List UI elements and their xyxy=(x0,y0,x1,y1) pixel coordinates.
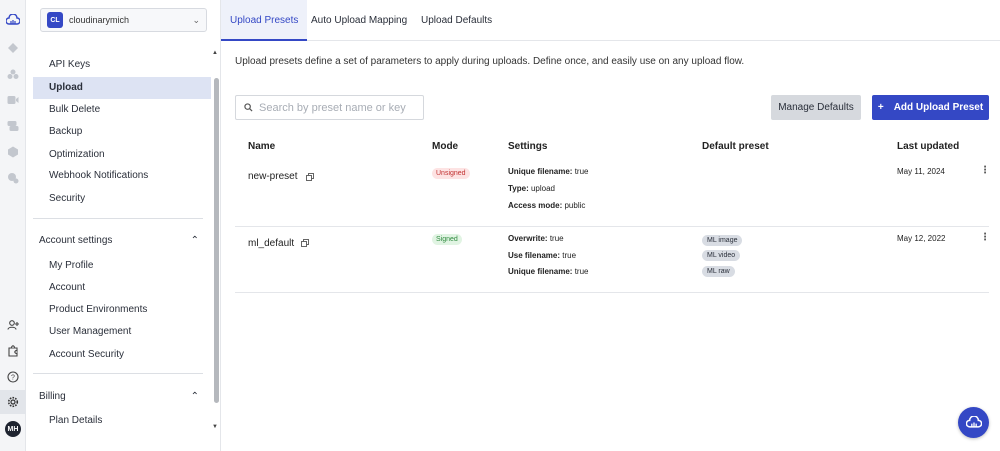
sidebar-item-product-environments[interactable]: Product Environments xyxy=(33,299,211,321)
main-content: Upload Presets Auto Upload Mapping Uploa… xyxy=(221,0,1000,451)
settings-gear-icon[interactable] xyxy=(6,395,20,409)
setting-key: Access mode: xyxy=(508,201,563,210)
user-avatar[interactable]: MH xyxy=(5,421,21,437)
integrations-icon[interactable] xyxy=(6,171,20,185)
cloudinary-logo-icon[interactable] xyxy=(6,13,20,27)
sidebar-item-optimization[interactable]: Optimization xyxy=(33,144,211,166)
manage-defaults-button[interactable]: Manage Defaults xyxy=(771,95,861,120)
setting-value: upload xyxy=(530,184,556,193)
add-user-icon[interactable] xyxy=(6,318,20,332)
account-settings-header[interactable]: Account settings ⌃ xyxy=(39,235,199,246)
copy-icon[interactable] xyxy=(306,173,314,181)
svg-text:?: ? xyxy=(11,375,15,382)
sidebar-divider xyxy=(33,373,203,374)
media-library-icon[interactable] xyxy=(6,41,20,55)
copy-icon[interactable] xyxy=(301,239,309,247)
video-icon[interactable] xyxy=(6,93,20,107)
mode-badge-signed: Signed xyxy=(432,234,462,245)
search-input[interactable] xyxy=(259,101,419,114)
setting-line: Unique filename: true xyxy=(508,167,588,176)
account-settings-title: Account settings xyxy=(39,235,113,246)
sidebar-item-user-management[interactable]: User Management xyxy=(33,321,211,343)
setting-key: Unique filename: xyxy=(508,167,573,176)
sidebar-item-my-profile[interactable]: My Profile xyxy=(33,255,211,277)
billing-header[interactable]: Billing ⌃ xyxy=(39,391,199,402)
sidebar-item-plan-details[interactable]: Plan Details xyxy=(33,410,211,432)
setting-key: Use filename: xyxy=(508,251,561,260)
help-icon[interactable]: ? xyxy=(6,370,20,384)
sidebar-scrollbar-thumb[interactable] xyxy=(214,78,219,403)
puzzle-icon[interactable] xyxy=(6,344,20,358)
tab-upload-presets[interactable]: Upload Presets xyxy=(221,0,308,41)
setting-value: true xyxy=(574,267,589,276)
row-menu-kebab-icon[interactable]: ⋮ xyxy=(980,165,990,176)
default-preset-chip: ML video xyxy=(702,250,741,261)
column-header-default-preset: Default preset xyxy=(702,141,769,152)
sidebar-divider xyxy=(33,218,203,219)
cube-icon[interactable] xyxy=(6,145,20,159)
scroll-down-arrow-icon[interactable]: ▼ xyxy=(212,424,218,430)
chevron-down-icon: ⌄ xyxy=(192,14,200,25)
sidebar-item-account-security[interactable]: Account Security xyxy=(33,344,211,366)
tab-auto-upload-mapping[interactable]: Auto Upload Mapping xyxy=(302,0,416,41)
cloud-selector[interactable]: CL cloudinarymich ⌄ xyxy=(40,8,207,32)
setting-value: true xyxy=(549,234,564,243)
column-header-name: Name xyxy=(248,141,276,152)
row-divider xyxy=(235,226,989,227)
scroll-up-arrow-icon[interactable]: ▲ xyxy=(212,50,218,56)
sidebar-item-api-keys[interactable]: API Keys xyxy=(33,54,211,76)
cloud-badge: CL xyxy=(47,12,63,28)
preset-name[interactable]: ml_default xyxy=(248,238,294,249)
setting-line: Overwrite: true xyxy=(508,234,564,243)
plus-icon: + xyxy=(877,102,884,113)
sidebar-item-security[interactable]: Security xyxy=(33,188,211,210)
setting-line: Type: upload xyxy=(508,184,555,193)
row-menu-kebab-icon[interactable]: ⋮ xyxy=(980,232,990,243)
last-updated-date: May 11, 2024 xyxy=(897,167,945,176)
column-header-settings: Settings xyxy=(508,141,548,152)
billing-title: Billing xyxy=(39,391,66,402)
search-icon xyxy=(244,103,253,112)
sidebar-item-webhook-notifications[interactable]: Webhook Notifications xyxy=(33,165,211,187)
setting-key: Type: xyxy=(508,184,529,193)
chevron-up-icon: ⌃ xyxy=(190,235,199,246)
sidebar-item-upload[interactable]: Upload xyxy=(33,77,211,99)
row-divider xyxy=(235,292,989,293)
assets-icon[interactable] xyxy=(6,67,20,81)
chevron-up-icon: ⌃ xyxy=(190,391,199,402)
setting-line: Use filename: true xyxy=(508,251,576,260)
preset-name[interactable]: new-preset xyxy=(248,171,297,182)
cloudinary-help-button[interactable] xyxy=(958,407,989,438)
add-upload-preset-button[interactable]: + Add Upload Preset xyxy=(872,95,989,120)
default-preset-chip: ML image xyxy=(702,235,743,246)
setting-line: Unique filename: true xyxy=(508,267,588,276)
add-upload-preset-label: Add Upload Preset xyxy=(893,102,984,113)
sidebar-item-backup[interactable]: Backup xyxy=(33,121,211,143)
tab-upload-defaults[interactable]: Upload Defaults xyxy=(412,0,501,41)
setting-value: public xyxy=(564,201,586,210)
setting-line: Access mode: public xyxy=(508,201,585,210)
setting-value: true xyxy=(574,167,589,176)
setting-key: Unique filename: xyxy=(508,267,573,276)
preset-search[interactable] xyxy=(235,95,424,120)
column-header-mode: Mode xyxy=(432,141,459,152)
intro-text: Upload presets define a set of parameter… xyxy=(235,56,745,67)
setting-key: Overwrite: xyxy=(508,234,548,243)
sidebar-item-account[interactable]: Account xyxy=(33,277,211,299)
setting-value: true xyxy=(562,251,577,260)
settings-sidebar: CL cloudinarymich ⌄ API Keys Upload Bulk… xyxy=(26,0,221,451)
default-preset-chip: ML raw xyxy=(702,266,735,277)
sidebar-item-bulk-delete[interactable]: Bulk Delete xyxy=(33,99,211,121)
cloudinary-cloud-icon xyxy=(965,416,982,428)
tab-bar: Upload Presets Auto Upload Mapping Uploa… xyxy=(221,0,1000,41)
column-header-last-updated: Last updated xyxy=(897,141,960,152)
last-updated-date: May 12, 2022 xyxy=(897,234,946,243)
sidebar-nav: API Keys Upload Bulk Delete Backup Optim… xyxy=(26,44,221,451)
chat-icon[interactable] xyxy=(6,119,20,133)
mode-badge-unsigned: Unsigned xyxy=(432,168,470,179)
icon-rail: ? MH xyxy=(0,0,26,451)
cloud-name: cloudinarymich xyxy=(69,15,130,25)
